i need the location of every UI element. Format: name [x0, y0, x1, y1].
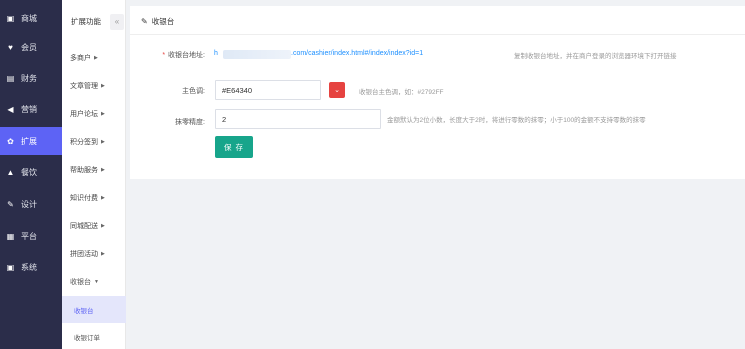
sidebar-item-label: 餐饮: [21, 167, 37, 177]
subnav-item-articles[interactable]: 文章管理 ▶: [62, 72, 126, 100]
subnav-item-group-buy[interactable]: 拼团活动 ▶: [62, 240, 126, 268]
subnav-item-label: 知识付费: [70, 195, 98, 202]
sidebar-item-label: 商城: [21, 13, 37, 23]
sidebar-item-system[interactable]: ▣ 系统: [0, 253, 62, 281]
grid-icon: ▦: [6, 231, 15, 241]
primary-color-input[interactable]: #E64340: [215, 80, 321, 100]
caret-down-icon: ▼: [94, 279, 99, 285]
sidebar-item-design[interactable]: ✎ 设计: [0, 190, 62, 218]
sidebar-item-finance[interactable]: ▤ 财务: [0, 64, 62, 92]
sidebar-item-platform[interactable]: ▦ 平台: [0, 222, 62, 250]
subnav-item-help[interactable]: 帮助服务 ▶: [62, 156, 126, 184]
caret-right-icon: ▶: [101, 195, 105, 201]
subnav-item-label: 帮助服务: [70, 167, 98, 174]
page-title: ✎ 收银台: [141, 16, 174, 27]
save-button[interactable]: 保 存: [215, 136, 253, 158]
subnav-child-cashier-orders[interactable]: 收银订单: [62, 323, 126, 349]
store-icon: ▣: [6, 13, 15, 23]
caret-right-icon: ▶: [101, 167, 105, 173]
main-sidebar: ▣ 商城 ♥ 会员 ▤ 财务 ◀ 营销 ✿ 扩展 ▲ 餐饮 ✎ 设计 ▦ 平台 ▣ 系统: [0, 0, 62, 349]
url-hint: 复制收银台地址，并在商户登录的浏览器环境下打开链接: [514, 53, 677, 60]
sidebar-item-store[interactable]: ▣ 商城: [0, 4, 62, 32]
sidebar-item-label: 营销: [21, 104, 37, 114]
megaphone-icon: ◀: [7, 104, 14, 114]
caret-right-icon: ▶: [94, 55, 98, 61]
caret-right-icon: ▶: [101, 139, 105, 145]
sidebar-item-label: 扩展: [21, 136, 37, 146]
subnav-child-cashier[interactable]: 收银台: [62, 296, 126, 323]
cashier-url-link[interactable]: .com/cashier/index.html#/index/index?id=…: [291, 50, 423, 57]
sub-navigation: 扩展功能 « 多商户 ▶ 文章管理 ▶ 用户论坛 ▶ 积分签到 ▶ 帮助服务 ▶ 知识付费…: [62, 0, 126, 349]
member-icon: ♥: [8, 42, 13, 52]
caret-right-icon: ▶: [101, 111, 105, 117]
sidebar-item-label: 设计: [21, 199, 37, 209]
settings-card: ✎ 收银台 * 收银台地址: h .com/cashier/index.html#/…: [130, 6, 745, 179]
caret-right-icon: ▶: [101, 223, 105, 229]
cake-icon: ▲: [6, 167, 15, 177]
subnav-item-label: 积分签到: [70, 139, 98, 146]
color-picker-swatch[interactable]: ⌄: [329, 82, 345, 98]
color-label: 主色调:: [182, 88, 205, 95]
required-asterisk: *: [162, 52, 166, 59]
subnav-item-local-delivery[interactable]: 同城配送 ▶: [62, 212, 126, 240]
subnav-item-multi-merchant[interactable]: 多商户 ▶: [62, 44, 126, 72]
subnav-item-label: 收银台: [70, 279, 91, 286]
url-label: * 收银台地址:: [162, 52, 205, 59]
sidebar-item-extension[interactable]: ✿ 扩展: [0, 127, 62, 155]
caret-right-icon: ▶: [101, 83, 105, 89]
finance-icon: ▤: [6, 73, 15, 83]
system-icon: ▣: [6, 262, 15, 272]
sidebar-item-member[interactable]: ♥ 会员: [0, 33, 62, 61]
subnav-item-label: 用户论坛: [70, 111, 98, 118]
subnav-item-checkin[interactable]: 积分签到 ▶: [62, 128, 126, 156]
extension-icon: ✿: [7, 136, 14, 146]
sidebar-item-label: 财务: [21, 73, 37, 83]
subnav-item-forum[interactable]: 用户论坛 ▶: [62, 100, 126, 128]
wipe-precision-input[interactable]: 2: [215, 109, 381, 129]
sidebar-item-label: 平台: [21, 231, 37, 241]
divider: [130, 34, 745, 35]
sidebar-item-catering[interactable]: ▲ 餐饮: [0, 158, 62, 186]
subnav-item-label: 文章管理: [70, 83, 98, 90]
sidebar-item-label: 系统: [21, 262, 37, 272]
collapse-button[interactable]: «: [110, 14, 124, 30]
subnav-item-label: 拼团活动: [70, 251, 98, 258]
cashier-url-prefix[interactable]: h: [214, 50, 218, 57]
subnav-item-label: 多商户: [70, 55, 91, 62]
wipe-precision-label: 抹零精度:: [175, 119, 205, 126]
subnav-group-cashier[interactable]: 收银台 ▼: [62, 268, 126, 296]
color-hint: 收银台主色调，如：#2792FF: [359, 89, 444, 96]
redacted-host: [223, 50, 291, 59]
wipe-precision-hint: 金额默认为2位小数，长度大于2时，将进行零数的抹零；小于100的金额不支持零数的…: [387, 117, 646, 124]
subnav-item-paid-knowledge[interactable]: 知识付费 ▶: [62, 184, 126, 212]
page-title-text: 收银台: [151, 17, 175, 26]
sidebar-item-label: 会员: [21, 42, 37, 52]
chevron-down-icon: ⌄: [334, 87, 340, 94]
brush-icon: ✎: [7, 199, 14, 209]
caret-right-icon: ▶: [101, 251, 105, 257]
pencil-icon: ✎: [141, 17, 148, 26]
subnav-item-label: 同城配送: [70, 223, 98, 230]
sidebar-item-marketing[interactable]: ◀ 营销: [0, 95, 62, 123]
